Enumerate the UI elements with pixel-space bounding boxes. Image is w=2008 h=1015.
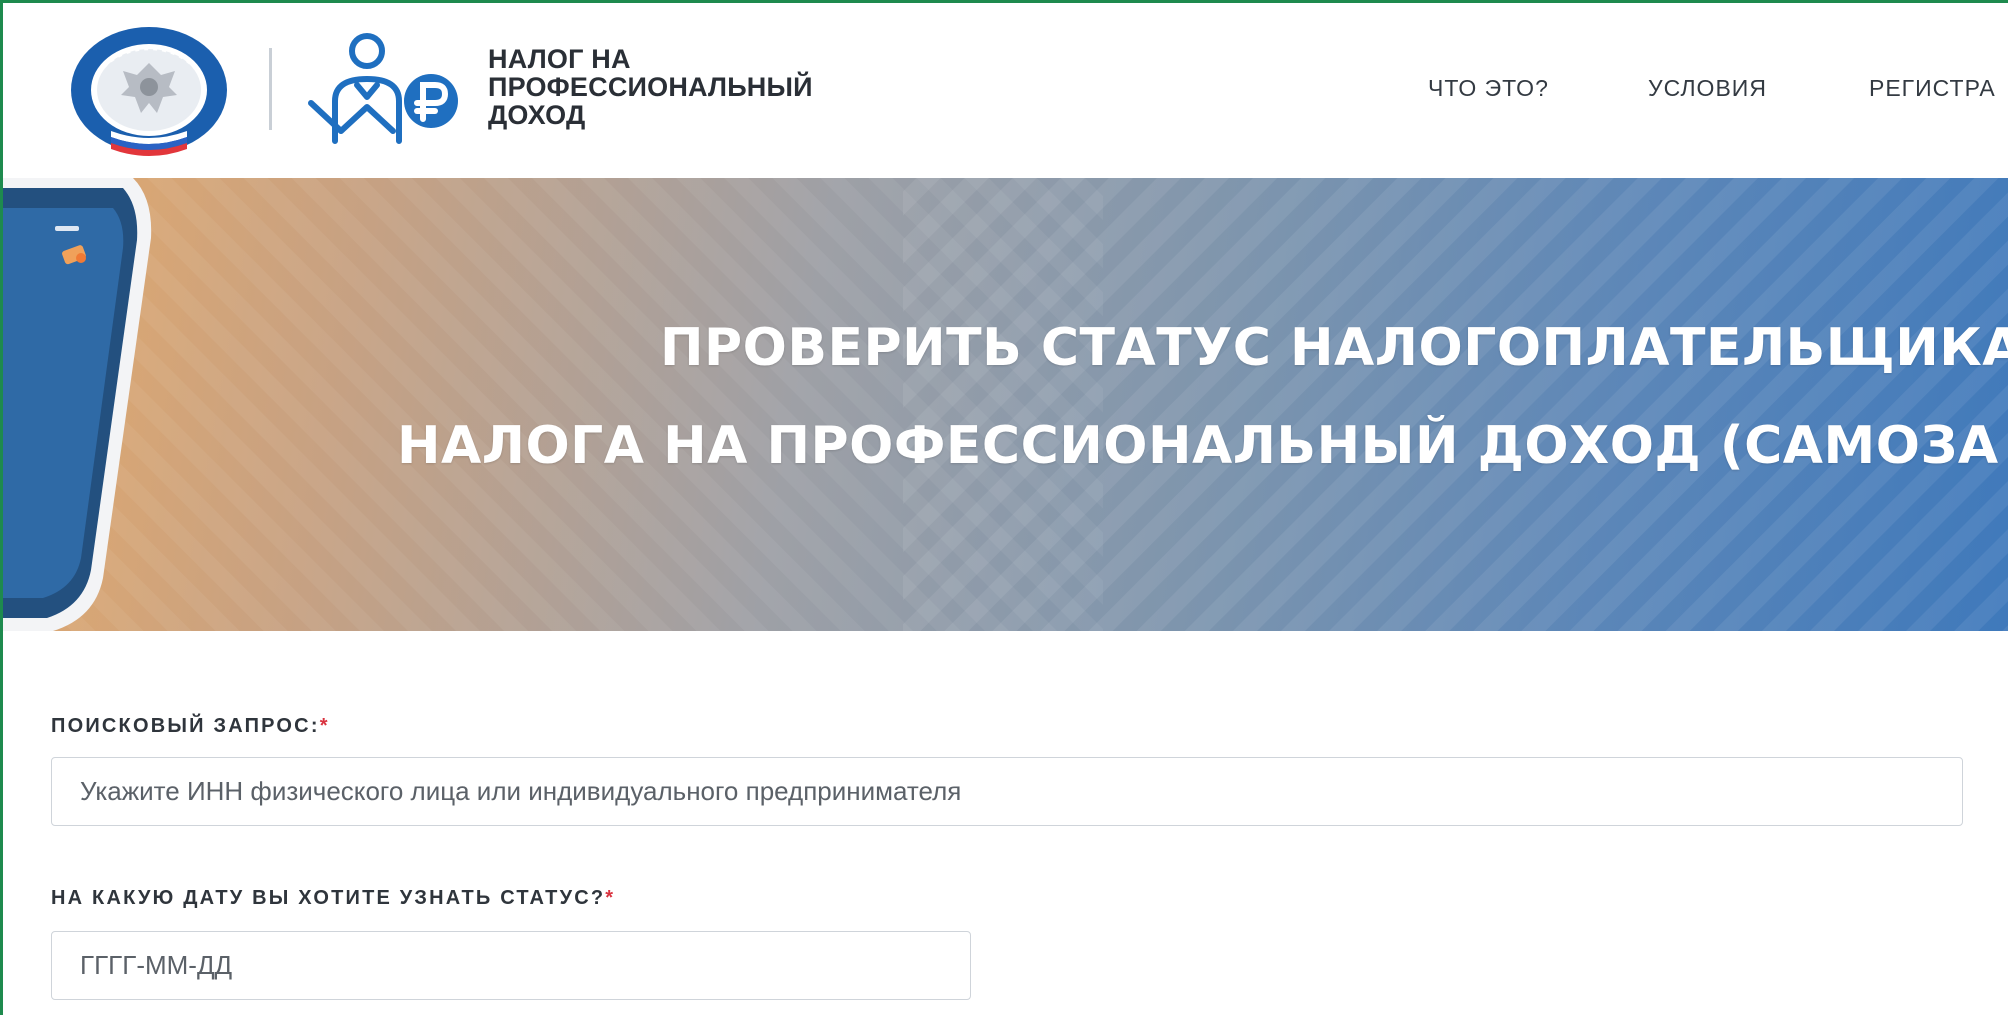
banner-pattern xyxy=(3,178,2008,631)
page-frame: НАЛОГ НА ПРОФЕССИОНАЛЬНЫЙ ДОХОД ЧТО ЭТО?… xyxy=(0,0,2008,1015)
query-label-text: ПОИСКОВЫЙ ЗАПРОС: xyxy=(51,715,320,737)
hero-banner: ПРОВЕРИТЬ СТАТУС НАЛОГОПЛАТЕЛЬЩИКА НАЛОГ… xyxy=(3,178,2008,631)
banner-title-line-1: ПРОВЕРИТЬ СТАТУС НАЛОГОПЛАТЕЛЬЩИКА xyxy=(660,318,2008,378)
required-mark: * xyxy=(319,715,330,737)
nav-item-registration[interactable]: РЕГИСТРА xyxy=(1869,75,1996,102)
query-label: ПОИСКОВЫЙ ЗАПРОС:* xyxy=(51,715,330,738)
date-input[interactable] xyxy=(51,931,971,1000)
date-label-text: НА КАКУЮ ДАТУ ВЫ ХОТИТЕ УЗНАТЬ СТАТУС? xyxy=(51,887,606,909)
nav-item-conditions[interactable]: УСЛОВИЯ xyxy=(1648,75,1767,102)
phone-illustration xyxy=(3,178,152,631)
main-nav: ЧТО ЭТО? УСЛОВИЯ РЕГИСТРА xyxy=(3,75,2008,115)
brand-line-1: НАЛОГ НА xyxy=(488,44,631,74)
status-check-form: ПОИСКОВЫЙ ЗАПРОС:* НА КАКУЮ ДАТУ ВЫ ХОТИ… xyxy=(3,631,2008,1015)
site-header: НАЛОГ НА ПРОФЕССИОНАЛЬНЫЙ ДОХОД ЧТО ЭТО?… xyxy=(3,3,2008,178)
nav-item-what-is-it[interactable]: ЧТО ЭТО? xyxy=(1428,75,1549,102)
date-label: НА КАКУЮ ДАТУ ВЫ ХОТИТЕ УЗНАТЬ СТАТУС?* xyxy=(51,887,615,910)
banner-title-line-2: НАЛОГА НА ПРОФЕССИОНАЛЬНЫЙ ДОХОД (САМОЗА xyxy=(397,416,1999,476)
required-mark: * xyxy=(605,887,616,909)
inn-search-input[interactable] xyxy=(51,757,1963,826)
